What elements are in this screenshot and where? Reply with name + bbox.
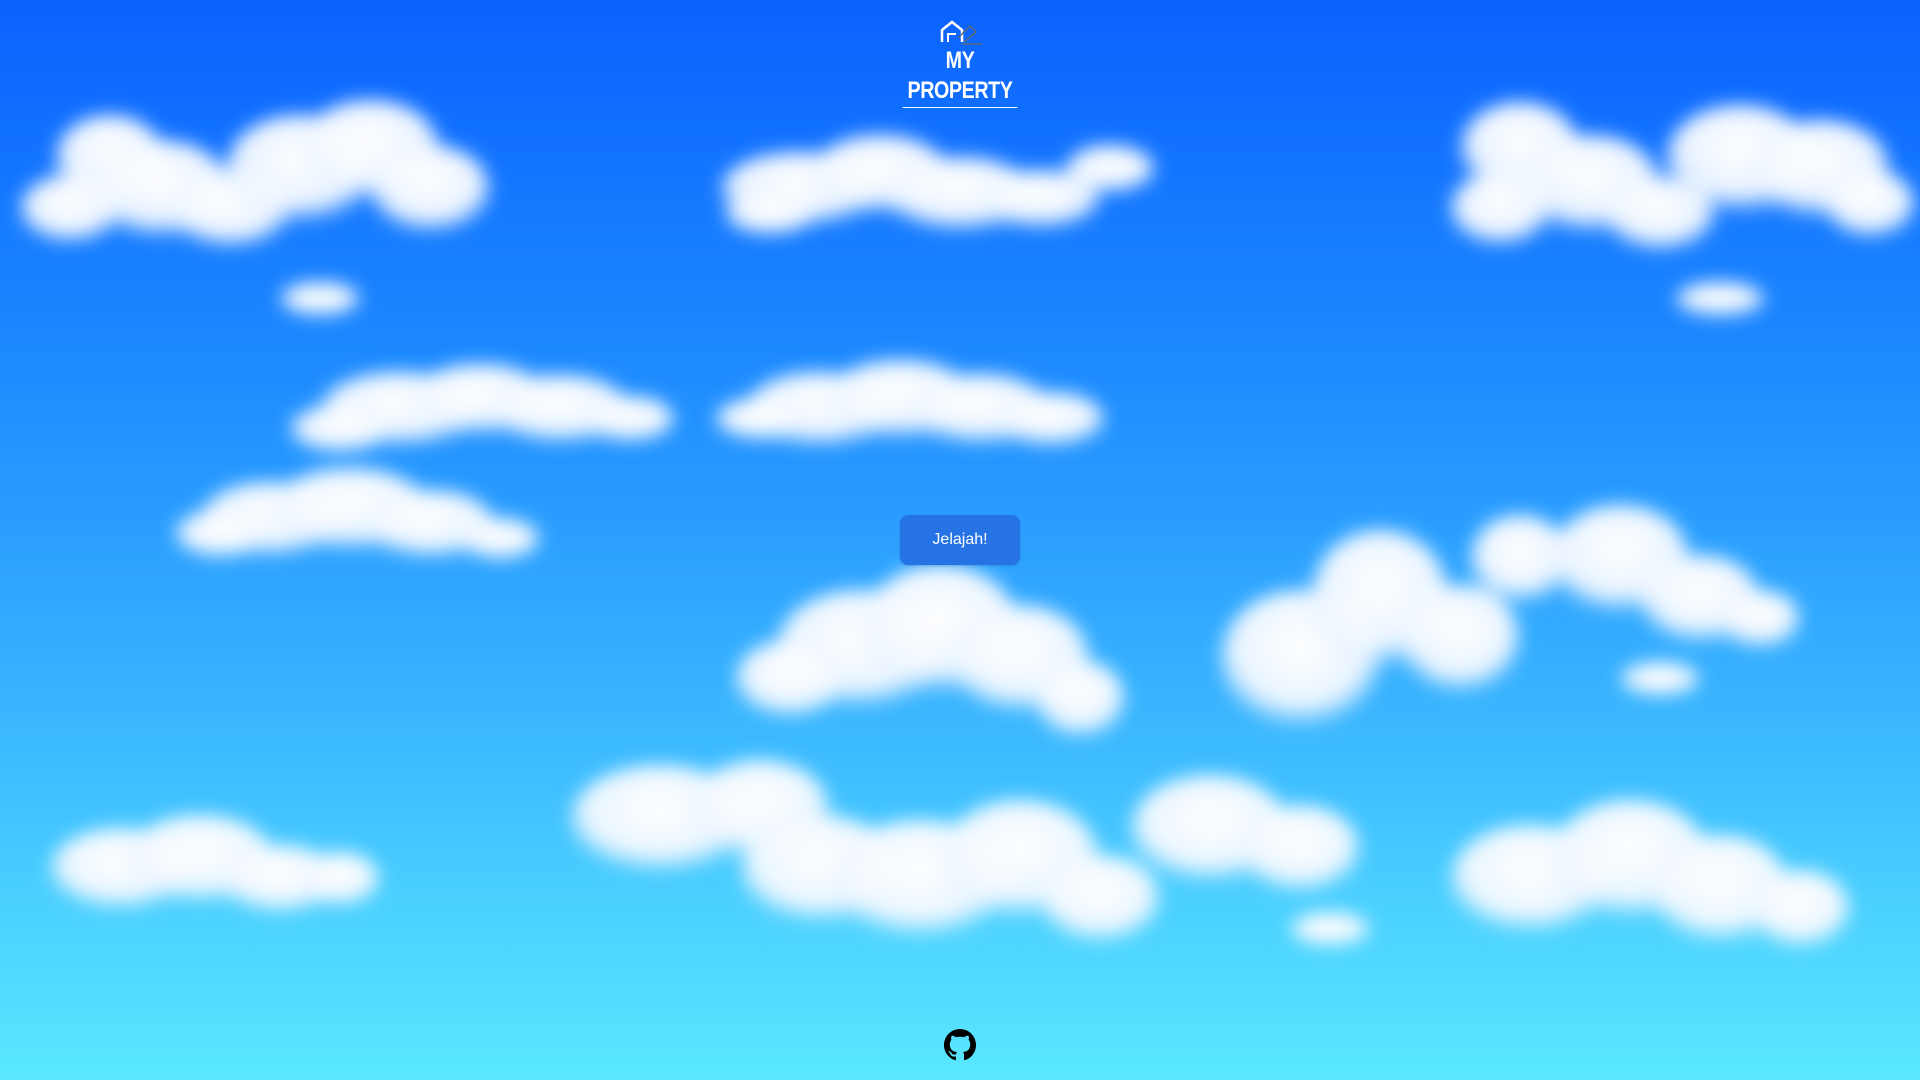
cloud-puff [290,405,390,455]
cloud-puff [585,396,675,444]
cloud-puff [1040,855,1160,945]
cloud-puff [735,640,845,720]
site-logo[interactable]: MY PROPERTY [890,16,1030,108]
cloud-puff [1750,870,1850,950]
cloud-puff [1065,145,1155,195]
cloud-puff [1035,660,1125,740]
cloud-puff [1675,282,1765,318]
cloud-puff [1290,912,1370,948]
cloud-puff [715,398,805,442]
cloud-puff [995,392,1105,448]
cloud-puff [1450,172,1550,248]
github-link[interactable] [944,1029,976,1061]
cloud-puff [1825,170,1915,240]
logo-text: MY PROPERTY [902,46,1018,108]
cloud-puff [20,175,120,245]
cloud-puff [1720,590,1800,650]
cloud-puff [280,282,360,318]
explore-button[interactable]: Jelajah! [900,515,1020,565]
cloud-puff [1240,805,1360,895]
cloud-puff [725,193,815,237]
cloud-puff [1620,662,1700,698]
cloud-puff [460,518,540,562]
github-icon [944,1029,976,1061]
cloud-puff [300,852,380,908]
cloud-puff [370,145,490,235]
house-icon [940,20,982,45]
cloud-puff [175,510,265,560]
